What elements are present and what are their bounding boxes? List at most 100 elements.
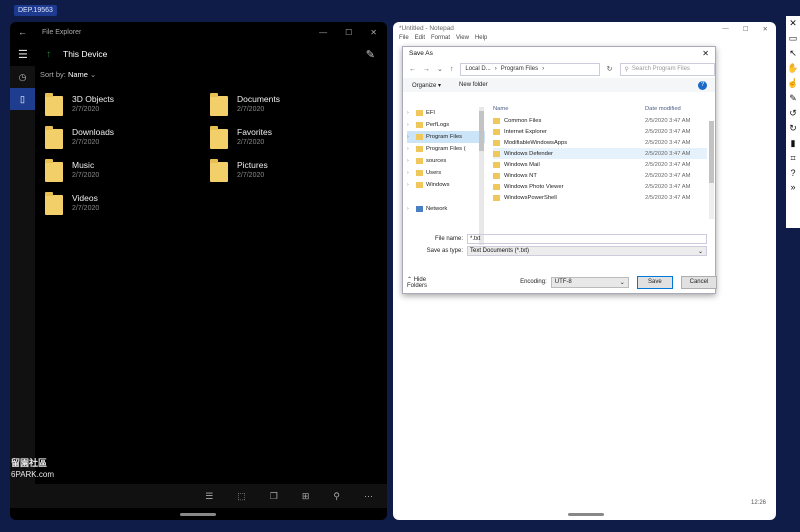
row-name: Windows NT [504,172,537,179]
list-row[interactable]: ModifiableWindowsApps 2/5/2020 3:47 AM [493,137,707,148]
drag-handle[interactable] [568,513,604,516]
help-icon[interactable]: ? [790,168,795,178]
refresh-icon[interactable]: ↻ [607,65,613,73]
folder-tile[interactable]: Documents 2/7/2020 [210,93,370,124]
hide-folders-button[interactable]: ⌃ Hide Folders [407,276,440,289]
list-scrollbar[interactable] [709,121,714,219]
row-name: Windows Defender [504,150,553,157]
list-row[interactable]: WindowsPowerShell 2/5/2020 3:47 AM [493,192,707,203]
tree-item-network[interactable]: › Network [407,203,485,215]
close-icon[interactable]: ✕ [370,28,377,37]
drag-handle[interactable] [180,513,216,516]
pen-icon[interactable]: ✎ [789,93,797,104]
screen-icon[interactable]: ▮ [791,138,796,149]
list-row[interactable]: Windows Photo Viewer 2/5/2020 3:47 AM [493,181,707,192]
encoding-select[interactable]: UTF-8 ⌄ [550,276,629,288]
search-icon[interactable]: ⚲ [333,491,340,502]
tree-item-selected[interactable]: › Program Files [407,131,485,143]
forward-arrow-icon[interactable]: → [423,66,430,73]
scroll-thumb[interactable] [709,121,714,183]
column-date[interactable]: Date modified [645,106,681,112]
cancel-button[interactable]: Cancel [680,275,718,289]
column-name[interactable]: Name [493,106,645,112]
rename-pen-icon[interactable]: ✎ [366,48,375,61]
minimize-icon[interactable]: — [722,25,729,33]
select-icon[interactable]: ⬚ [237,491,246,502]
tree-item[interactable]: › Users [407,167,485,179]
help-icon[interactable]: ? [698,80,707,90]
list-row[interactable]: Windows NT 2/5/2020 3:47 AM [493,170,707,181]
organize-button[interactable]: Organize ▾ [412,82,441,89]
folder-tile[interactable]: Downloads 2/7/2020 [45,126,205,157]
tree-item[interactable]: › PerfLogs [407,119,485,131]
list-row-hovered[interactable]: Windows Defender 2/5/2020 3:47 AM [493,148,707,159]
copy-icon[interactable]: ❐ [270,491,278,502]
close-icon[interactable]: ✕ [763,25,768,33]
menu-edit[interactable]: Edit [415,35,425,45]
recent-clock-icon[interactable]: ◷ [10,66,35,88]
back-arrow-icon[interactable]: ← [409,66,416,73]
folder-tile[interactable]: 3D Objects 2/7/2020 [45,93,205,124]
minimize-icon[interactable]: — [319,28,327,37]
chevron-right-icon: › [542,66,545,72]
tree-item[interactable]: › Program Files ( [407,143,485,155]
file-name-input[interactable]: *.txt [467,234,707,244]
sort-label: Sort by: [40,70,66,79]
expand-icon[interactable]: » [790,182,795,192]
menu-help[interactable]: Help [475,35,487,45]
address-bar[interactable]: Local D... › Program Files › [460,62,600,76]
row-name: WindowsPowerShell [504,194,557,201]
close-icon[interactable]: ✕ [702,49,709,58]
folder-tile[interactable]: Music 2/7/2020 [45,159,205,190]
hide-folders-label: Hide Folders [407,276,428,289]
tree-scrollbar[interactable] [479,107,484,245]
tree-item[interactable]: › EFI [407,107,485,119]
more-icon[interactable]: ⋯ [364,491,373,502]
menu-view[interactable]: View [456,35,469,45]
folder-tile[interactable]: Pictures 2/7/2020 [210,159,370,190]
folder-icon [45,159,63,182]
save-button[interactable]: Save [636,275,673,289]
pointer-icon[interactable]: ↖ [789,48,797,59]
menu-format[interactable]: Format [431,35,450,45]
notepad-menu: File Edit Format View Help [393,35,776,45]
maximize-icon[interactable]: ☐ [345,28,352,37]
list-row[interactable]: Windows Mail 2/5/2020 3:47 AM [493,159,707,170]
search-input[interactable]: ⚲ Search Program Files [619,62,715,76]
up-arrow-icon[interactable]: ↑ [46,49,51,60]
chevron-down-icon[interactable]: ⌄ [437,65,443,73]
this-device-icon[interactable]: ▯ [10,88,35,110]
rotate-left-icon[interactable]: ↺ [789,108,797,119]
new-folder-button[interactable]: New folder [459,82,488,88]
scroll-thumb[interactable] [479,111,484,151]
folder-icon [493,139,500,146]
hamburger-menu-icon[interactable]: ☰ [18,48,36,61]
screenshot-icon[interactable]: ⌗ [790,153,795,164]
encoding-label: Encoding: [520,279,547,285]
close-icon[interactable]: ✕ [789,18,797,29]
tree-item[interactable]: › sources [407,155,485,167]
up-arrow-icon[interactable]: ↑ [450,66,454,73]
address-segment[interactable]: Local D... [465,66,490,72]
folder-icon [416,146,423,152]
folder-tile[interactable]: Favorites 2/7/2020 [210,126,370,157]
maximize-icon[interactable]: ☐ [743,25,749,33]
minimize-icon[interactable]: ▭ [789,33,798,44]
folder-tile[interactable]: Videos 2/7/2020 [45,192,205,223]
watermark: 留園社區 6PARK.com [11,458,54,480]
save-type-select[interactable]: Text Documents (*.txt) ⌄ [467,246,707,256]
folder-date: 2/7/2020 [72,139,100,146]
list-row[interactable]: Common Files 2/5/2020 3:47 AM [493,115,707,126]
list-view-icon[interactable]: ☰ [205,491,213,502]
menu-file[interactable]: File [399,35,409,45]
list-row[interactable]: Internet Explorer 2/5/2020 3:47 AM [493,126,707,137]
folder-icon [493,183,500,190]
rotate-right-icon[interactable]: ↻ [789,123,797,134]
back-arrow-icon[interactable]: ← [18,27,32,37]
grid-view-icon[interactable]: ⊞ [302,491,310,502]
tree-item[interactable]: › Windows [407,179,485,191]
touch-icon[interactable]: ☝ [787,78,798,89]
sort-dropdown[interactable]: Sort by: Name ⌄ [40,70,96,79]
hand-icon[interactable]: ✋ [787,63,798,74]
address-segment[interactable]: Program Files [501,66,538,72]
